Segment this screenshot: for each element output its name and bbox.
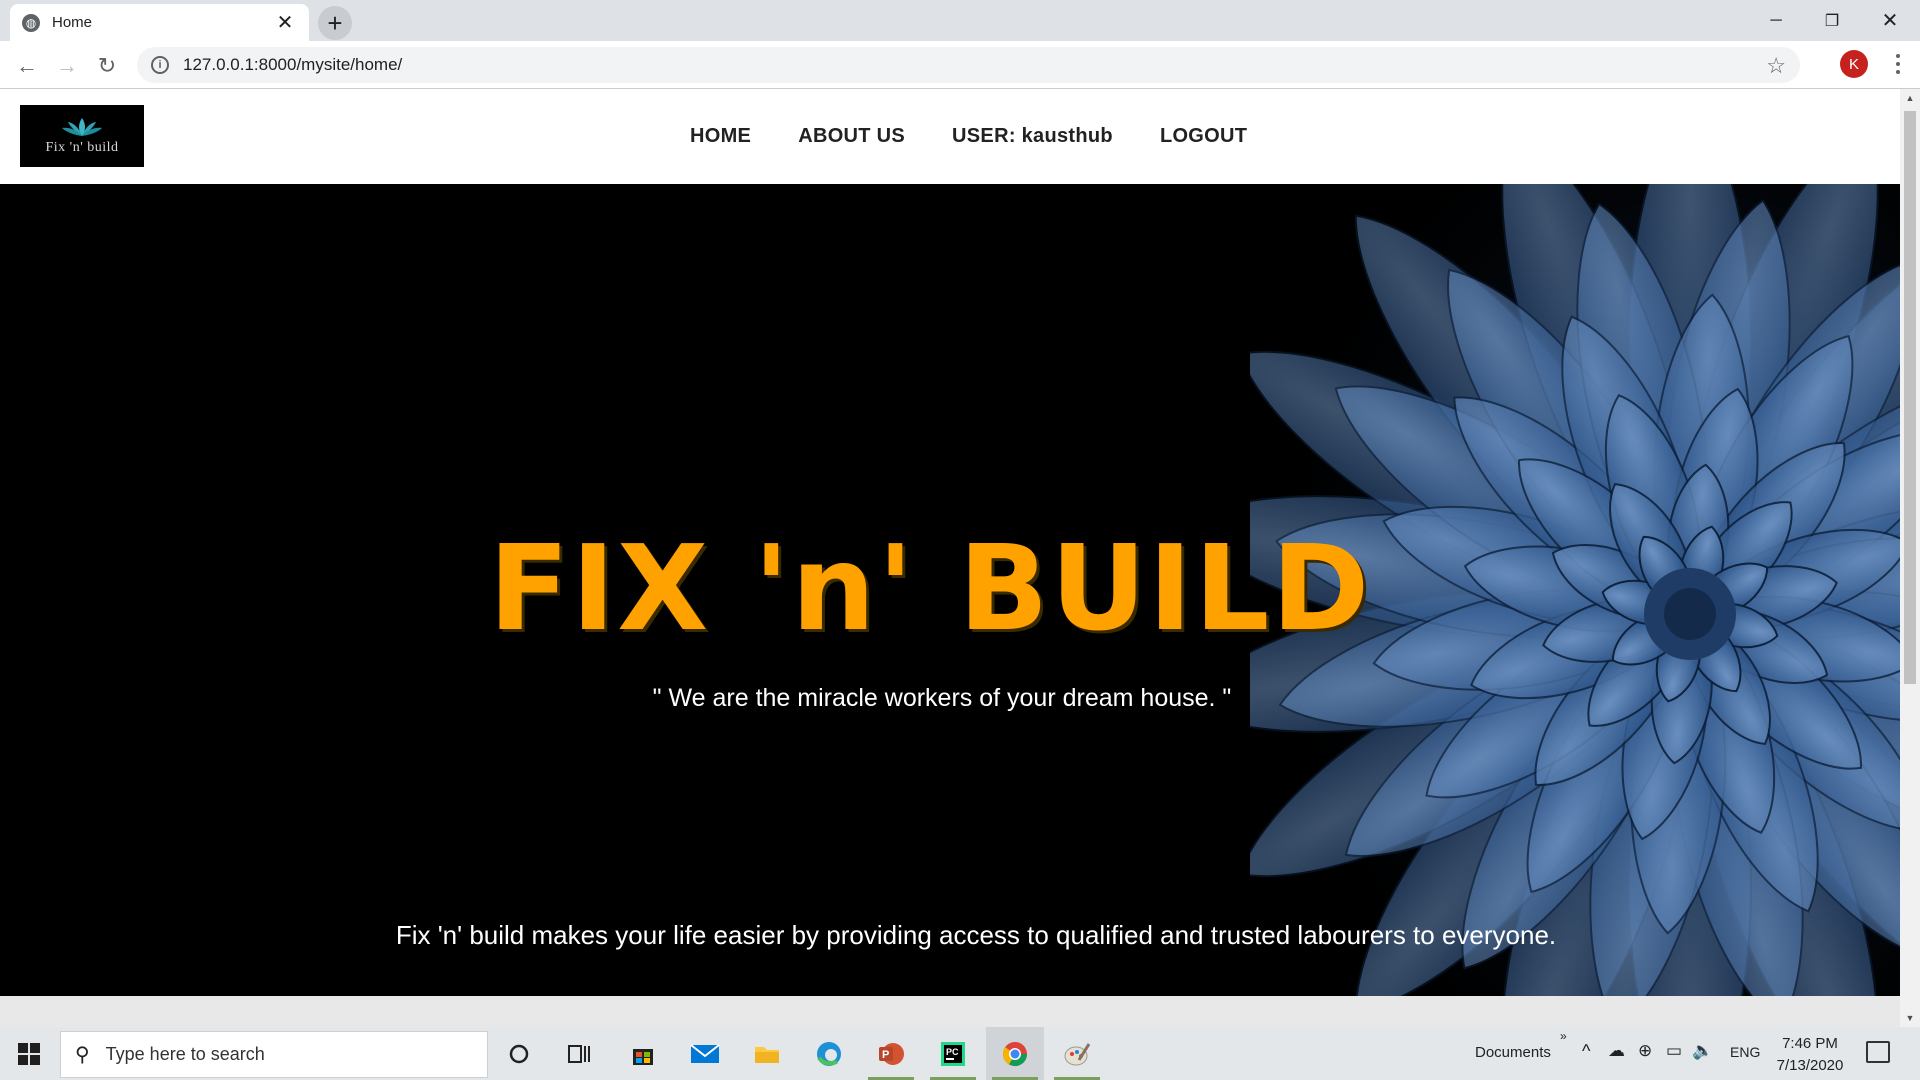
battery-icon[interactable]: ▭ xyxy=(1666,1041,1682,1061)
file-explorer-icon[interactable] xyxy=(738,1027,796,1080)
paint-icon[interactable] xyxy=(1048,1027,1106,1080)
nav-logout-link[interactable]: LOGOUT xyxy=(1160,125,1247,148)
clock-date: 7/13/2020 xyxy=(1776,1057,1844,1074)
restore-icon[interactable]: ❐ xyxy=(1804,0,1860,41)
url-text: 127.0.0.1:8000/mysite/home/ xyxy=(183,55,403,74)
lotus-icon xyxy=(62,118,102,136)
web-page: Fix 'n' build HOME ABOUT US USER: kausth… xyxy=(0,89,1900,1027)
browser-toolbar: ← → ↻ i 127.0.0.1:8000/mysite/home/ ☆ K xyxy=(0,41,1920,89)
search-icon: ⚲ xyxy=(75,1044,90,1066)
forward-icon[interactable]: → xyxy=(50,49,84,83)
profile-avatar[interactable]: K xyxy=(1840,50,1868,78)
tab-title: Home xyxy=(52,14,93,31)
hero-section: FIX 'n' BUILD " We are the miracle worke… xyxy=(0,184,1900,996)
network-icon[interactable]: ⊕ xyxy=(1638,1041,1652,1061)
start-button[interactable] xyxy=(0,1027,58,1080)
nav-about-link[interactable]: ABOUT US xyxy=(798,125,905,148)
browser-tab[interactable]: ◍ Home ✕ xyxy=(10,4,309,41)
logo-text: Fix 'n' build xyxy=(45,140,119,155)
svg-text:P: P xyxy=(882,1049,889,1061)
page-scrollbar[interactable]: ▲ ▼ xyxy=(1900,89,1920,1027)
nav-home-link[interactable]: HOME xyxy=(690,125,751,148)
globe-icon: ◍ xyxy=(22,13,40,32)
clock[interactable]: 7:46 PM 7/13/2020 xyxy=(1770,1033,1850,1077)
page-bottom-strip xyxy=(0,996,1900,1027)
svg-text:PC: PC xyxy=(946,1047,959,1057)
tab-strip: ◍ Home ✕ + ─ ❐ ✕ xyxy=(0,0,1920,41)
minimize-icon[interactable]: ─ xyxy=(1748,0,1804,41)
hero-title: FIX 'n' BUILD xyxy=(488,519,1372,657)
scrollbar-thumb[interactable] xyxy=(1904,111,1916,684)
hero-description: Fix 'n' build makes your life easier by … xyxy=(395,920,1557,950)
back-icon[interactable]: ← xyxy=(10,49,44,83)
search-placeholder: Type here to search xyxy=(105,1044,265,1064)
address-bar[interactable]: i 127.0.0.1:8000/mysite/home/ ☆ xyxy=(137,47,1800,83)
windows-logo-icon xyxy=(18,1042,40,1065)
toolbar-expand-icon[interactable]: » xyxy=(1560,1029,1567,1043)
site-navbar: Fix 'n' build HOME ABOUT US USER: kausth… xyxy=(0,89,1900,184)
task-view-icon[interactable] xyxy=(550,1027,608,1080)
bookmark-star-icon[interactable]: ☆ xyxy=(1766,53,1786,79)
cortana-icon[interactable] xyxy=(490,1027,548,1080)
nav-links: HOME ABOUT US USER: kausthub LOGOUT xyxy=(690,89,1294,184)
powerpoint-icon[interactable]: P xyxy=(862,1027,920,1080)
documents-toolbar[interactable]: Documents xyxy=(1475,1044,1551,1061)
reload-icon[interactable]: ↻ xyxy=(90,49,124,83)
scroll-up-icon[interactable]: ▲ xyxy=(1900,89,1920,107)
hero-quote: " We are the miracle workers of your dre… xyxy=(652,684,1232,712)
edge-icon[interactable] xyxy=(800,1027,858,1080)
taskbar-search[interactable]: ⚲ Type here to search xyxy=(60,1031,488,1078)
show-hidden-icons-icon[interactable]: ^ xyxy=(1582,1041,1590,1062)
mail-icon[interactable] xyxy=(676,1027,734,1080)
windows-taskbar: ⚲ Type here to search P PC Documents » ^… xyxy=(0,1027,1920,1080)
language-indicator[interactable]: ENG xyxy=(1730,1044,1760,1060)
chrome-icon[interactable] xyxy=(986,1027,1044,1080)
scroll-down-icon[interactable]: ▼ xyxy=(1900,1009,1920,1027)
action-center-icon[interactable] xyxy=(1866,1041,1890,1063)
store-icon[interactable] xyxy=(614,1027,672,1080)
pycharm-icon[interactable]: PC xyxy=(924,1027,982,1080)
info-icon[interactable]: i xyxy=(151,56,169,74)
site-logo[interactable]: Fix 'n' build xyxy=(20,105,144,167)
new-tab-button[interactable]: + xyxy=(318,6,352,40)
volume-icon[interactable]: 🔈 xyxy=(1692,1041,1713,1061)
nav-user-link[interactable]: USER: kausthub xyxy=(952,125,1113,148)
clock-time: 7:46 PM xyxy=(1782,1035,1838,1052)
close-window-icon[interactable]: ✕ xyxy=(1862,0,1918,41)
onedrive-icon[interactable]: ☁ xyxy=(1608,1041,1625,1061)
browser-menu-icon[interactable] xyxy=(1886,47,1910,81)
close-tab-icon[interactable]: ✕ xyxy=(273,10,297,35)
